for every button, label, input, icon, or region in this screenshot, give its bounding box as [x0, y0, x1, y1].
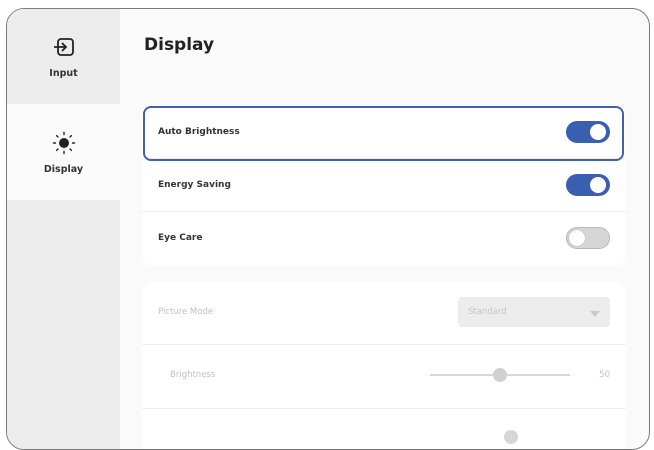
setting-row-brightness: Brightness 50 — [142, 344, 626, 404]
brightness-icon — [51, 130, 77, 156]
sidebar-item-label: Input — [49, 68, 78, 79]
settings-window: Input Display Display Auto Brightness En… — [6, 8, 650, 450]
setting-label: Energy Saving — [158, 180, 231, 190]
setting-row-picture-mode: Picture Mode Standard — [142, 282, 626, 342]
brightness-slider[interactable]: 50 — [430, 367, 610, 382]
page-title: Display — [144, 35, 215, 55]
picture-group: Picture Mode Standard Brightness 50 — [142, 282, 626, 449]
select-value: Standard — [468, 307, 507, 317]
chevron-down-icon — [590, 303, 600, 322]
slider-thumb[interactable] — [493, 367, 507, 382]
setting-label: Brightness — [170, 369, 216, 380]
sidebar-item-label: Display — [43, 163, 84, 175]
setting-row-partial — [142, 408, 626, 448]
toggle-knob — [569, 230, 585, 246]
main-panel: Display Auto Brightness Energy Saving Ey… — [120, 9, 649, 449]
slider-thumb — [504, 430, 518, 444]
slider-value: 50 — [599, 369, 610, 380]
focus-ring — [143, 106, 624, 161]
sidebar-item-display[interactable]: Display — [7, 104, 120, 200]
eye-care-toggle[interactable] — [566, 227, 610, 249]
sidebar-item-input[interactable]: Input — [7, 9, 120, 104]
setting-label: Picture Mode — [158, 307, 214, 317]
picture-mode-select[interactable]: Standard — [458, 297, 610, 327]
setting-row-eye-care[interactable]: Eye Care — [142, 211, 626, 264]
slider-track — [430, 367, 570, 382]
toggle-knob — [590, 177, 606, 193]
energy-saving-toggle[interactable] — [566, 174, 610, 196]
sidebar: Input Display — [7, 9, 120, 449]
input-icon — [51, 34, 77, 60]
setting-row-energy-saving[interactable]: Energy Saving — [142, 158, 626, 211]
setting-label: Eye Care — [158, 233, 203, 243]
